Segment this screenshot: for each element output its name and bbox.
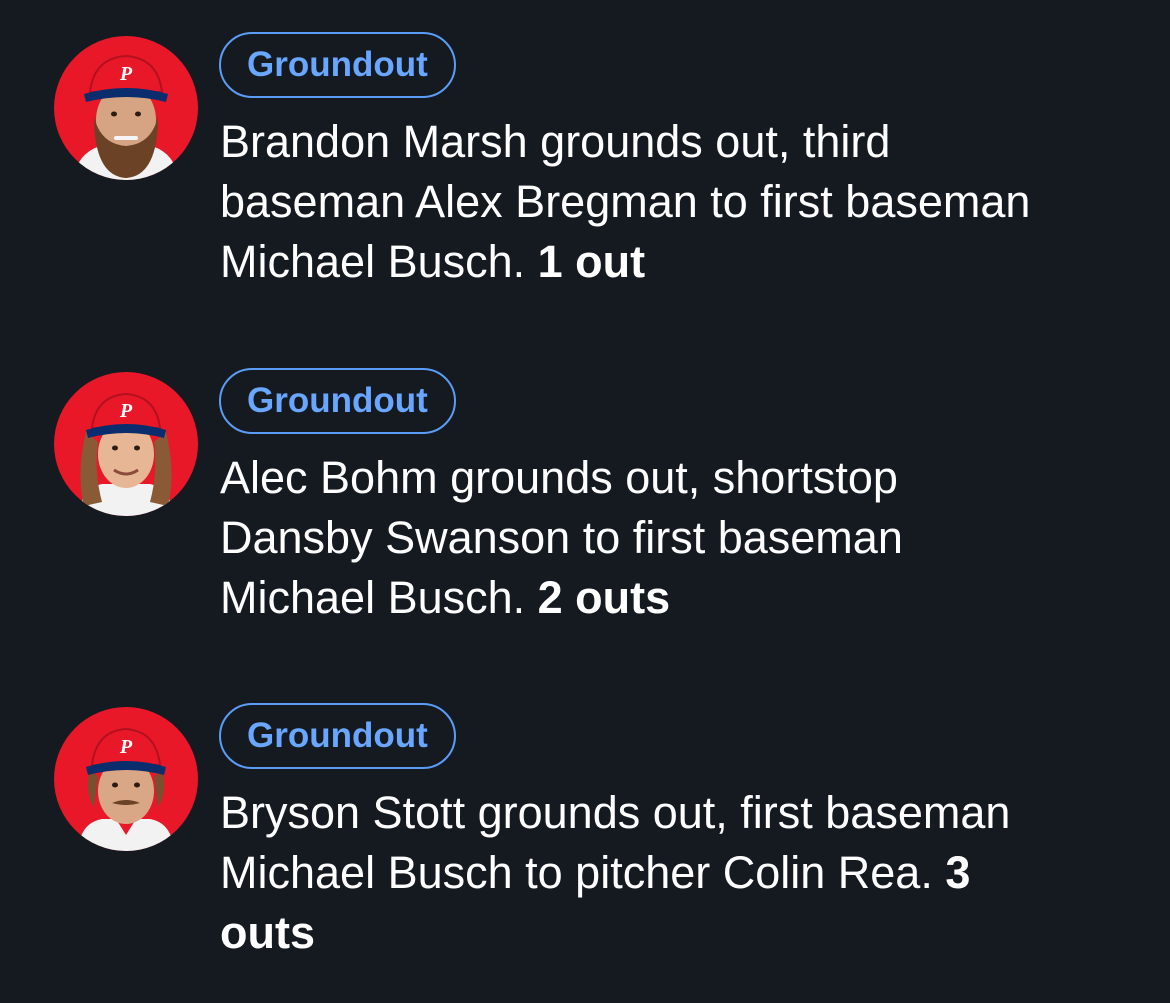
player-avatar-icon: P [54, 36, 198, 180]
outs-count: 2 outs [537, 572, 671, 623]
play-type-badge: Groundout [219, 32, 456, 98]
play-description-text: Bryson Stott grounds out, first baseman … [220, 787, 1011, 898]
svg-text:P: P [119, 63, 133, 85]
play-type-badge: Groundout [219, 703, 456, 769]
play-type-badge: Groundout [219, 368, 456, 434]
outs-count: 1 out [537, 236, 646, 287]
play-description: Alec Bohm grounds out, shortstop Dansby … [220, 448, 1060, 628]
player-avatar-icon: P [54, 372, 198, 516]
play-description: Bryson Stott grounds out, first baseman … [220, 783, 1060, 963]
player-avatar-icon: P [54, 707, 198, 851]
svg-text:P: P [119, 400, 133, 422]
svg-text:P: P [119, 736, 133, 758]
play-description: Brandon Marsh grounds out, third baseman… [220, 112, 1060, 292]
